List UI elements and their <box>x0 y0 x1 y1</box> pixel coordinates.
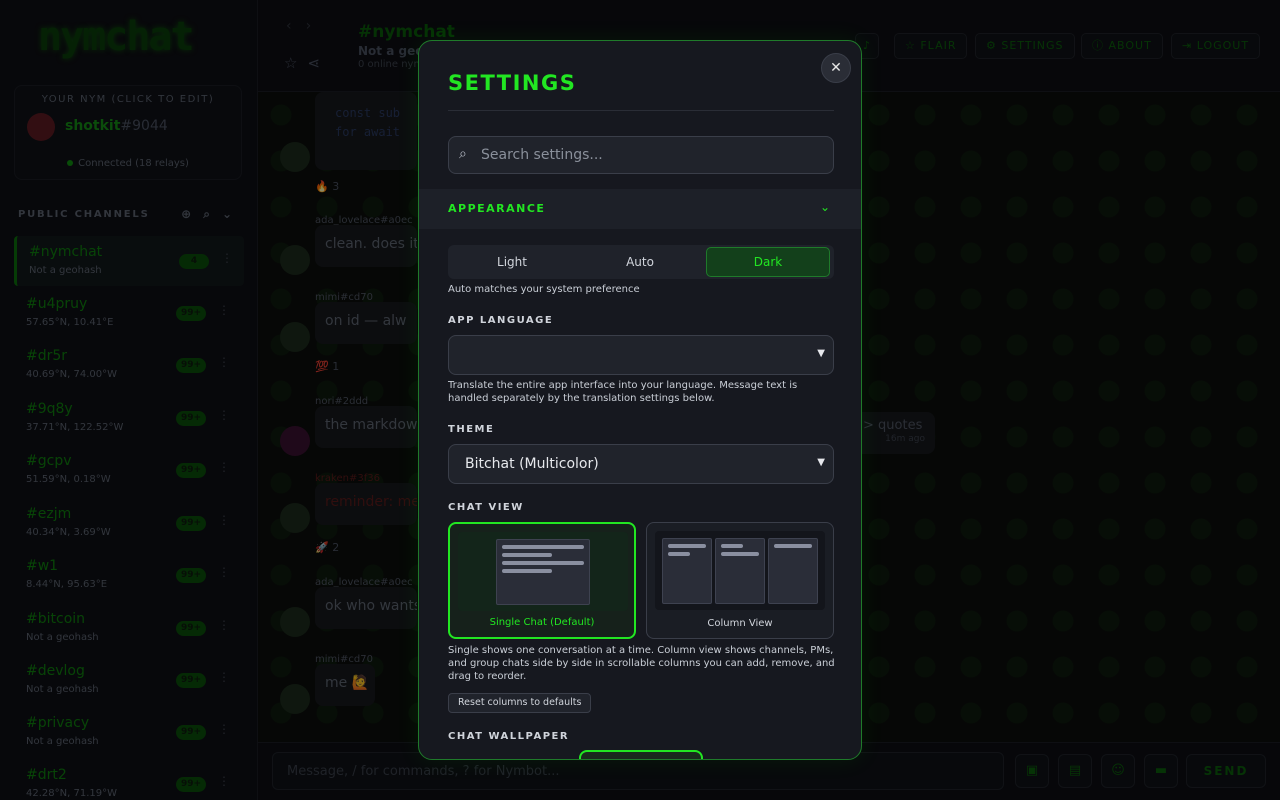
language-label: APP LANGUAGE <box>448 315 554 326</box>
preview-line <box>502 553 552 557</box>
preview-line <box>502 545 584 549</box>
single-view-preview <box>458 532 628 611</box>
chevron-down-icon: ⌄ <box>820 200 831 214</box>
view-single-label: Single Chat (Default) <box>489 617 595 628</box>
view-column-label: Column View <box>707 618 773 629</box>
theme-label: THEME <box>448 424 495 435</box>
preview-line <box>721 552 759 556</box>
view-column-option[interactable]: Column View <box>646 522 834 639</box>
chat-view-label: CHAT VIEW <box>448 502 524 513</box>
close-icon: ✕ <box>830 60 842 76</box>
mode-light-button[interactable]: Light <box>450 247 574 277</box>
mode-hint: Auto matches your system preference <box>448 284 640 295</box>
preview-line <box>721 544 743 548</box>
preview-line <box>668 552 690 556</box>
section-appearance[interactable]: APPEARANCE ⌄ <box>419 189 861 229</box>
modal-title: SETTINGS <box>448 71 577 95</box>
appearance-mode-toggle: Light Auto Dark <box>448 245 834 279</box>
preview-line <box>774 544 812 548</box>
theme-select[interactable]: Bitchat (Multicolor) ▼ <box>448 444 834 484</box>
column-view-preview <box>655 531 825 610</box>
view-hint: Single shows one conversation at a time.… <box>448 645 835 682</box>
language-hint: Translate the entire app interface into … <box>448 380 798 404</box>
divider <box>448 110 834 111</box>
chevron-down-icon: ▼ <box>817 348 825 359</box>
mode-auto-button[interactable]: Auto <box>578 247 702 277</box>
theme-value: Bitchat (Multicolor) <box>465 456 599 472</box>
preview-line <box>502 569 552 573</box>
mode-dark-button[interactable]: Dark <box>706 247 830 277</box>
settings-search-input[interactable] <box>481 137 821 173</box>
wallpaper-option-selected[interactable] <box>579 750 703 759</box>
preview-column <box>662 538 712 604</box>
chevron-down-icon: ▼ <box>817 457 825 468</box>
settings-search: ⌕ <box>448 136 834 174</box>
close-button[interactable]: ✕ <box>821 53 851 83</box>
wallpaper-label: CHAT WALLPAPER <box>448 731 570 742</box>
view-single-option[interactable]: Single Chat (Default) <box>448 522 636 639</box>
search-icon: ⌕ <box>459 146 467 162</box>
preview-column <box>768 538 818 604</box>
section-label: APPEARANCE <box>448 202 546 215</box>
preview-line <box>502 561 584 565</box>
preview-column <box>715 538 765 604</box>
settings-modal: SETTINGS ✕ ⌕ APPEARANCE ⌄ Light Auto Dar… <box>418 40 862 760</box>
preview-window <box>496 539 590 605</box>
reset-columns-button[interactable]: Reset columns to defaults <box>448 693 592 713</box>
language-select[interactable]: ▼ <box>448 335 834 375</box>
preview-line <box>668 544 706 548</box>
